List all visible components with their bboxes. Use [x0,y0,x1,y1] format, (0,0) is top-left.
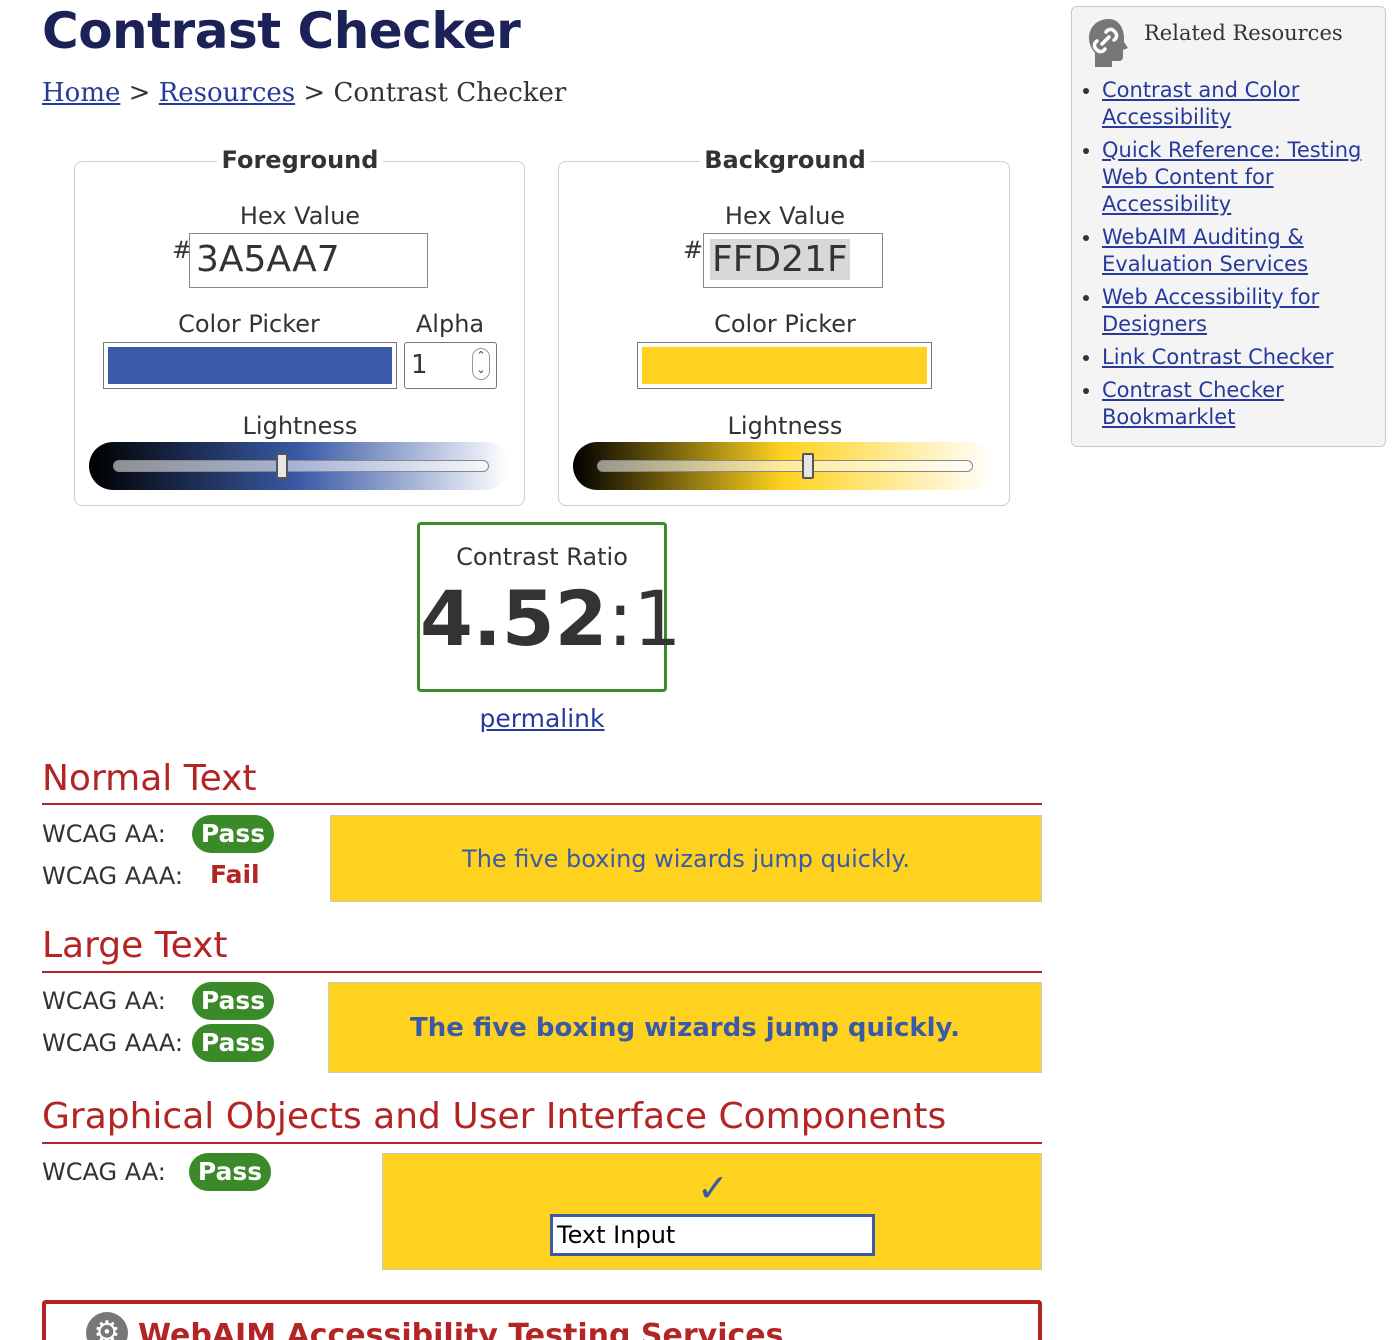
large-text-sample: The five boxing wizards jump quickly. [328,982,1042,1073]
large-aaa-pass-badge: Pass [192,1024,274,1062]
large-aa-label: WCAG AA: [42,987,166,1015]
permalink-link[interactable]: permalink [480,704,605,733]
sample-input-text: Text Input [557,1221,676,1249]
ratio-separator: : [607,574,634,663]
section-divider [42,803,1042,805]
list-item: Quick Reference: Testing Web Content for… [1102,137,1377,218]
foreground-lightness-label: Lightness [242,412,358,440]
resource-link[interactable]: Web Accessibility for Designers [1102,285,1319,336]
breadcrumb-separator: > [303,78,326,108]
gear-icon: ⚙ [86,1312,128,1340]
breadcrumb-current: Contrast Checker [333,78,567,108]
alpha-label: Alpha [415,310,485,338]
alpha-value: 1 [411,350,428,380]
list-item: Web Accessibility for Designers [1102,284,1377,338]
graphical-objects-heading: Graphical Objects and User Interface Com… [42,1096,947,1137]
section-divider [42,1142,1042,1144]
graphical-objects-sample: ✓ Text Input [382,1153,1042,1270]
section-divider [42,971,1042,973]
resource-link[interactable]: Contrast and Color Accessibility [1102,78,1299,129]
background-color-picker[interactable] [637,342,932,389]
foreground-color-picker-label: Color Picker [178,310,320,338]
resource-link[interactable]: Link Contrast Checker [1102,345,1334,369]
background-hex-label: Hex Value [724,202,846,230]
large-text-heading: Large Text [42,925,228,966]
check-icon: ✓ [697,1166,729,1210]
list-item: WebAIM Auditing & Evaluation Services [1102,224,1377,278]
ratio-number: 4.52 [420,574,608,663]
large-sample-text: The five boxing wizards jump quickly. [410,1012,960,1043]
normal-aaa-fail-badge: Fail [210,860,260,889]
breadcrumb-separator: > [128,78,151,108]
normal-aa-label: WCAG AA: [42,820,166,848]
related-resources-title: Related Resources [1144,21,1343,45]
foreground-color-picker[interactable] [103,342,397,389]
alpha-spinner[interactable]: ⌃ ⌄ [472,348,490,380]
testing-services-banner-title: WebAIM Accessibility Testing Services [138,1318,784,1340]
page-title: Contrast Checker [42,2,521,60]
contrast-ratio-box: Contrast Ratio 4.52:1 [417,522,681,692]
testing-services-banner[interactable]: ⚙ WebAIM Accessibility Testing Services [42,1300,1042,1340]
related-resources-sidebar: Related Resources Contrast and Color Acc… [1071,6,1386,447]
normal-aaa-label: WCAG AAA: [42,862,183,890]
foreground-lightness-slider[interactable] [89,442,509,490]
related-resources-list: Contrast and Color Accessibility Quick R… [1102,77,1377,437]
background-panel: Background Hex Value # FFD21F Color Pick… [558,146,1010,506]
foreground-legend: Foreground [217,146,383,174]
foreground-hex-input[interactable]: 3A5AA7 [189,233,428,288]
large-aa-pass-badge: Pass [192,982,274,1020]
breadcrumb: Home > Resources > Contrast Checker [42,78,566,108]
background-color-swatch [642,347,927,384]
background-lightness-label: Lightness [727,412,843,440]
background-hex-value: FFD21F [710,239,850,280]
background-color-picker-label: Color Picker [714,310,856,338]
normal-text-sample: The five boxing wizards jump quickly. [330,815,1042,902]
normal-sample-text: The five boxing wizards jump quickly. [462,844,910,873]
breadcrumb-resources-link[interactable]: Resources [159,78,295,108]
ratio-tail: 1 [633,574,682,663]
background-hex-input[interactable]: FFD21F [703,233,883,288]
contrast-ratio-label: Contrast Ratio [456,543,628,571]
foreground-hex-label: Hex Value [239,202,361,230]
graphical-aa-label: WCAG AA: [42,1158,166,1186]
resource-link[interactable]: Contrast Checker Bookmarklet [1102,378,1284,429]
list-item: Contrast and Color Accessibility [1102,77,1377,131]
sample-text-input[interactable]: Text Input [550,1214,875,1256]
normal-aa-pass-badge: Pass [192,815,274,853]
list-item: Contrast Checker Bookmarklet [1102,377,1377,431]
resource-link[interactable]: Quick Reference: Testing Web Content for… [1102,138,1361,216]
slider-track [113,460,489,472]
large-aaa-label: WCAG AAA: [42,1029,183,1057]
breadcrumb-home-link[interactable]: Home [42,78,120,108]
contrast-ratio-value: 4.52:1 [420,574,681,663]
resource-link[interactable]: WebAIM Auditing & Evaluation Services [1102,225,1308,276]
alpha-input[interactable]: 1 ⌃ ⌄ [404,342,497,389]
foreground-color-swatch [108,347,392,384]
link-head-icon [1089,19,1128,67]
background-lightness-slider[interactable] [573,442,993,490]
slider-thumb[interactable] [276,453,289,479]
slider-thumb[interactable] [801,453,814,479]
graphical-aa-pass-badge: Pass [189,1153,271,1191]
hash-symbol: # [683,236,704,264]
foreground-panel: Foreground Hex Value # 3A5AA7 Color Pick… [74,146,525,506]
background-legend: Background [700,146,870,174]
normal-text-heading: Normal Text [42,758,257,799]
slider-track [597,460,973,472]
list-item: Link Contrast Checker [1102,344,1377,371]
